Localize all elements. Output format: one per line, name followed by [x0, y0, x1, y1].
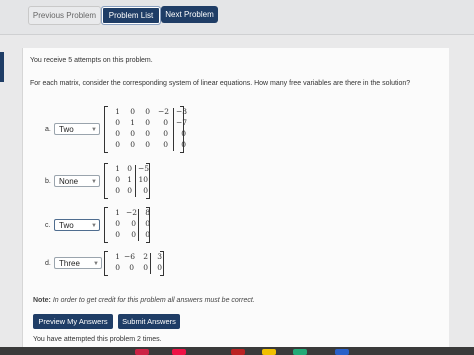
augment-divider: [173, 108, 174, 151]
left-bracket: [104, 207, 108, 243]
matrix-entry: 0: [115, 175, 120, 184]
part-b-label: b.: [45, 178, 51, 185]
matrix-entry: 0: [115, 118, 120, 127]
matrix-entry: 0: [145, 129, 150, 138]
matrix-b: 1 0 −5 0 1 10 0 0 0: [104, 163, 150, 199]
matrix-entry: 0: [145, 107, 150, 116]
matrix-entry: 0: [143, 263, 148, 272]
matrix-entry: 0: [163, 140, 168, 149]
taskbar-app-icon[interactable]: [293, 349, 307, 355]
chevron-down-icon: ▼: [91, 179, 97, 185]
matrix-entry: 0: [115, 140, 120, 149]
matrix-entry: 0: [131, 230, 136, 239]
preview-answers-button[interactable]: Preview My Answers: [33, 314, 113, 329]
attempted-count-text: You have attempted this problem 2 times.: [33, 336, 162, 343]
panel-accent-bar: [0, 52, 4, 82]
part-b-select[interactable]: None ▼: [54, 175, 100, 187]
chevron-down-icon: ▼: [91, 127, 97, 133]
taskbar-app-icon[interactable]: [172, 349, 186, 355]
matrix-entry: 0: [130, 140, 135, 149]
part-c-select[interactable]: Two ▼: [54, 219, 100, 231]
matrix-entry: 0: [130, 107, 135, 116]
augment-divider: [138, 209, 139, 241]
left-bracket: [104, 163, 108, 199]
part-d-label: d.: [45, 260, 51, 267]
matrix-entry: 2: [143, 252, 148, 261]
matrix-c: 1 −2 8 0 0 0 0 0 0: [104, 207, 150, 243]
note-label: Note:: [33, 297, 51, 304]
part-d-selected-value: Three: [59, 259, 80, 268]
matrix-entry: 0: [115, 186, 120, 195]
part-d-select[interactable]: Three ▼: [54, 257, 102, 269]
matrix-entry: 1: [130, 118, 135, 127]
matrix-entry: 0: [163, 129, 168, 138]
question-text: For each matrix, consider the correspond…: [30, 80, 411, 87]
matrix-entry: 3: [157, 252, 162, 261]
attempts-info: You receive 5 attempts on this problem.: [30, 57, 153, 64]
matrix-entry: 0: [145, 118, 150, 127]
part-a-select[interactable]: Two ▼: [54, 123, 100, 135]
matrix-entry: 0: [115, 230, 120, 239]
matrix-entry: −2: [158, 107, 170, 116]
matrix-entry: 0: [115, 263, 120, 272]
matrix-entry: 0: [157, 263, 162, 272]
next-problem-button[interactable]: Next Problem: [161, 6, 218, 23]
chevron-down-icon: ▼: [93, 261, 99, 267]
chevron-down-icon: ▼: [91, 223, 97, 229]
matrix-entry: −3: [176, 107, 188, 116]
matrix-entry: 1: [115, 164, 120, 173]
problem-list-button[interactable]: Problem List: [101, 6, 161, 25]
matrix-entry: 8: [145, 208, 150, 217]
augment-divider: [150, 253, 151, 274]
part-a-label: a.: [45, 126, 51, 133]
taskbar-app-icon[interactable]: [335, 349, 349, 355]
taskbar-app-icon[interactable]: [135, 349, 149, 355]
credit-note: Note: In order to get credit for this pr…: [33, 297, 255, 304]
matrix-entry: 0: [115, 129, 120, 138]
matrix-entry: 0: [143, 186, 148, 195]
matrix-entry: 0: [145, 219, 150, 228]
matrix-entry: 0: [145, 140, 150, 149]
matrix-entry: 10: [138, 175, 148, 184]
part-c-selected-value: Two: [59, 221, 74, 230]
augment-divider: [135, 165, 136, 197]
left-bracket: [104, 251, 108, 276]
note-text: In order to get credit for this problem …: [50, 297, 255, 304]
part-c-label: c.: [45, 222, 51, 229]
matrix-entry: 0: [129, 263, 134, 272]
matrix-entry: 1: [115, 107, 120, 116]
part-a-selected-value: Two: [59, 125, 74, 134]
part-b-selected-value: None: [59, 177, 79, 186]
matrix-entry: −7: [176, 118, 188, 127]
matrix-entry: 0: [181, 129, 186, 138]
matrix-entry: −6: [124, 252, 136, 261]
nav-divider: [0, 34, 474, 35]
previous-problem-button[interactable]: Previous Problem: [28, 6, 101, 25]
matrix-entry: 0: [115, 219, 120, 228]
left-bracket: [104, 106, 108, 153]
matrix-entry: 1: [115, 208, 120, 217]
submit-answers-button[interactable]: Submit Answers: [118, 314, 180, 329]
matrix-d: 1 −6 2 3 0 0 0 0: [104, 251, 164, 276]
matrix-entry: −2: [126, 208, 138, 217]
matrix-entry: 1: [127, 175, 132, 184]
matrix-entry: 0: [181, 140, 186, 149]
matrix-entry: 1: [115, 252, 120, 261]
matrix-entry: −5: [138, 164, 150, 173]
matrix-entry: 0: [163, 118, 168, 127]
matrix-entry: 0: [145, 230, 150, 239]
taskbar-app-icon[interactable]: [262, 349, 276, 355]
matrix-entry: 0: [131, 219, 136, 228]
problem-panel: [22, 48, 449, 355]
matrix-entry: 0: [127, 186, 132, 195]
matrix-entry: 0: [130, 129, 135, 138]
navigation-bar: Previous Problem Problem List Next Probl…: [0, 0, 474, 34]
matrix-entry: 0: [127, 164, 132, 173]
matrix-a: 1 0 0 −2 −3 0 1 0 0 −7 0 0 0 0 0 0 0 0 0 0: [104, 106, 188, 153]
taskbar-app-icon[interactable]: [231, 349, 245, 355]
